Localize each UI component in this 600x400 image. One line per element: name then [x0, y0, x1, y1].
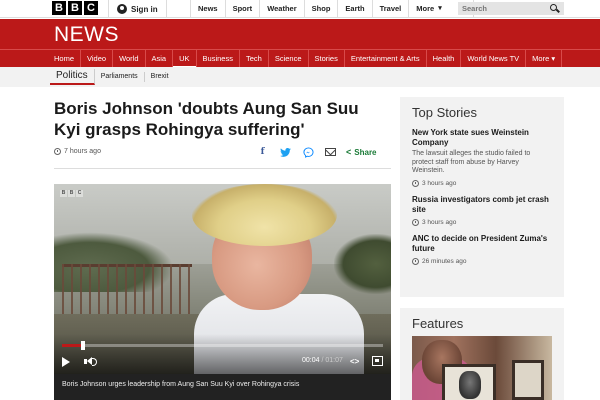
- story-title[interactable]: Russia investigators comb jet crash site: [412, 195, 552, 215]
- story-item[interactable]: ANC to decide on President Zuma's future…: [400, 234, 564, 265]
- bbc-logo-letter: B: [52, 1, 66, 15]
- article-timestamp: 7 hours ago: [54, 148, 101, 155]
- top-nav-shop[interactable]: Shop: [303, 0, 338, 18]
- clock-icon: [412, 179, 419, 187]
- nav-item-business[interactable]: Business: [197, 50, 240, 68]
- video-frame-person-hair: [192, 184, 337, 246]
- twitter-icon[interactable]: [279, 146, 292, 159]
- subnav-item-politics[interactable]: Politics: [50, 69, 95, 85]
- email-icon[interactable]: [325, 148, 336, 156]
- article-divider: [54, 168, 391, 169]
- nav-item-science[interactable]: Science: [269, 50, 309, 68]
- video-frame-trees: [334, 234, 391, 294]
- facebook-icon[interactable]: f: [256, 146, 269, 159]
- nav-item-home[interactable]: Home: [48, 50, 82, 68]
- nav-item-world[interactable]: World: [113, 50, 146, 68]
- nav-item-world-news-tv[interactable]: World News TV: [461, 50, 527, 68]
- main-nav: Home Video World Asia UK Business Tech S…: [0, 49, 600, 68]
- story-time: 3 hours ago: [422, 218, 457, 226]
- messenger-icon[interactable]: [302, 146, 315, 159]
- top-stories-panel: Top Stories New York state sues Weinstei…: [400, 97, 564, 297]
- clock-icon: [412, 218, 419, 226]
- share-tools: f < Share: [256, 144, 377, 160]
- nav-item-health[interactable]: Health: [427, 50, 462, 68]
- story-time: 3 hours ago: [422, 179, 457, 187]
- top-nav-weather[interactable]: Weather: [259, 0, 303, 18]
- subnav-item-brexit[interactable]: Brexit: [145, 72, 175, 82]
- story-item[interactable]: New York state sues Weinstein Company Th…: [400, 128, 564, 187]
- volume-icon[interactable]: [84, 356, 97, 368]
- sign-in-link[interactable]: Sign in: [108, 0, 167, 18]
- clock-icon: [412, 257, 419, 265]
- news-header: NEWS: [0, 19, 600, 49]
- nav-item-uk[interactable]: UK: [173, 50, 197, 68]
- features-panel: Features: [400, 308, 564, 400]
- subnav-item-parliaments[interactable]: Parliaments: [95, 72, 145, 82]
- nav-item-more[interactable]: More ▾: [526, 50, 563, 68]
- story-timestamp: 3 hours ago: [412, 179, 552, 187]
- nav-item-entertainment-arts[interactable]: Entertainment & Arts: [345, 50, 427, 68]
- top-stories-title: Top Stories: [412, 105, 478, 120]
- story-title[interactable]: New York state sues Weinstein Company: [412, 128, 552, 148]
- nav-item-stories[interactable]: Stories: [309, 50, 345, 68]
- story-title[interactable]: ANC to decide on President Zuma's future: [412, 234, 552, 254]
- play-icon[interactable]: [62, 357, 70, 367]
- feature-image-photo-frame: [512, 360, 544, 400]
- article-time-ago: 7 hours ago: [64, 148, 101, 155]
- share-icon: <: [346, 147, 352, 157]
- video-duration: / 01:07: [321, 357, 343, 364]
- top-nav-sport[interactable]: Sport: [224, 0, 260, 18]
- bbc-logo-letter: C: [84, 1, 98, 15]
- video-time: 00:04 / 01:07: [302, 357, 343, 364]
- news-logo[interactable]: NEWS: [54, 23, 119, 47]
- story-timestamp: 26 minutes ago: [412, 257, 552, 265]
- video-caption: Boris Johnson urges leadership from Aung…: [54, 374, 391, 400]
- bbc-watermark-letter: B: [60, 190, 67, 197]
- video-controls: 00:04 / 01:07 <>: [54, 334, 391, 374]
- feature-image-photo-frame: [442, 364, 496, 400]
- video-current-time: 00:04: [302, 357, 320, 364]
- top-nav-earth[interactable]: Earth: [337, 0, 371, 18]
- story-time: 26 minutes ago: [422, 257, 467, 265]
- bbc-watermark: B B C: [60, 190, 83, 197]
- article-headline: Boris Johnson 'doubts Aung San Suu Kyi g…: [54, 99, 359, 139]
- video-scrub-handle[interactable]: [81, 341, 86, 350]
- clock-icon: [54, 148, 61, 155]
- bbc-watermark-letter: B: [68, 190, 75, 197]
- bbc-logo-letter: B: [68, 1, 82, 15]
- bbc-logo[interactable]: B B C: [52, 1, 98, 15]
- share-label: Share: [354, 147, 377, 157]
- sub-nav: Politics Parliaments Brexit: [0, 67, 600, 87]
- sign-in-label: Sign in: [131, 4, 158, 14]
- top-nav-more-label: More: [416, 4, 435, 13]
- top-nav-news[interactable]: News: [190, 0, 225, 18]
- search-input[interactable]: [458, 4, 548, 13]
- fullscreen-icon[interactable]: [372, 356, 383, 366]
- bbc-watermark-letter: C: [76, 190, 83, 197]
- search-icon[interactable]: [548, 3, 560, 15]
- nav-item-asia[interactable]: Asia: [146, 50, 174, 68]
- video-player[interactable]: B B C 00:04 / 01:07 <>: [54, 184, 391, 374]
- user-icon: [117, 4, 127, 14]
- story-timestamp: 3 hours ago: [412, 218, 552, 226]
- nav-item-video[interactable]: Video: [81, 50, 114, 68]
- chevron-down-icon: ▾: [438, 5, 442, 12]
- share-button[interactable]: < Share: [346, 147, 377, 157]
- feature-image[interactable]: [412, 336, 552, 400]
- video-progress-fill: [62, 344, 82, 347]
- nav-item-tech[interactable]: Tech: [240, 50, 269, 68]
- top-nav-travel[interactable]: Travel: [371, 0, 409, 18]
- expand-icon[interactable]: <>: [350, 357, 359, 366]
- video-progress-bar[interactable]: [62, 341, 383, 350]
- bbc-top-bar: B B C Sign in News Sport Weather Shop Ea…: [0, 0, 600, 18]
- top-nav: News Sport Weather Shop Earth Travel Mor…: [190, 0, 475, 18]
- search-box: [458, 2, 564, 15]
- story-item[interactable]: Russia investigators comb jet crash site…: [400, 195, 564, 226]
- story-summary: The lawsuit alleges the studio failed to…: [412, 150, 531, 174]
- features-title: Features: [412, 316, 464, 331]
